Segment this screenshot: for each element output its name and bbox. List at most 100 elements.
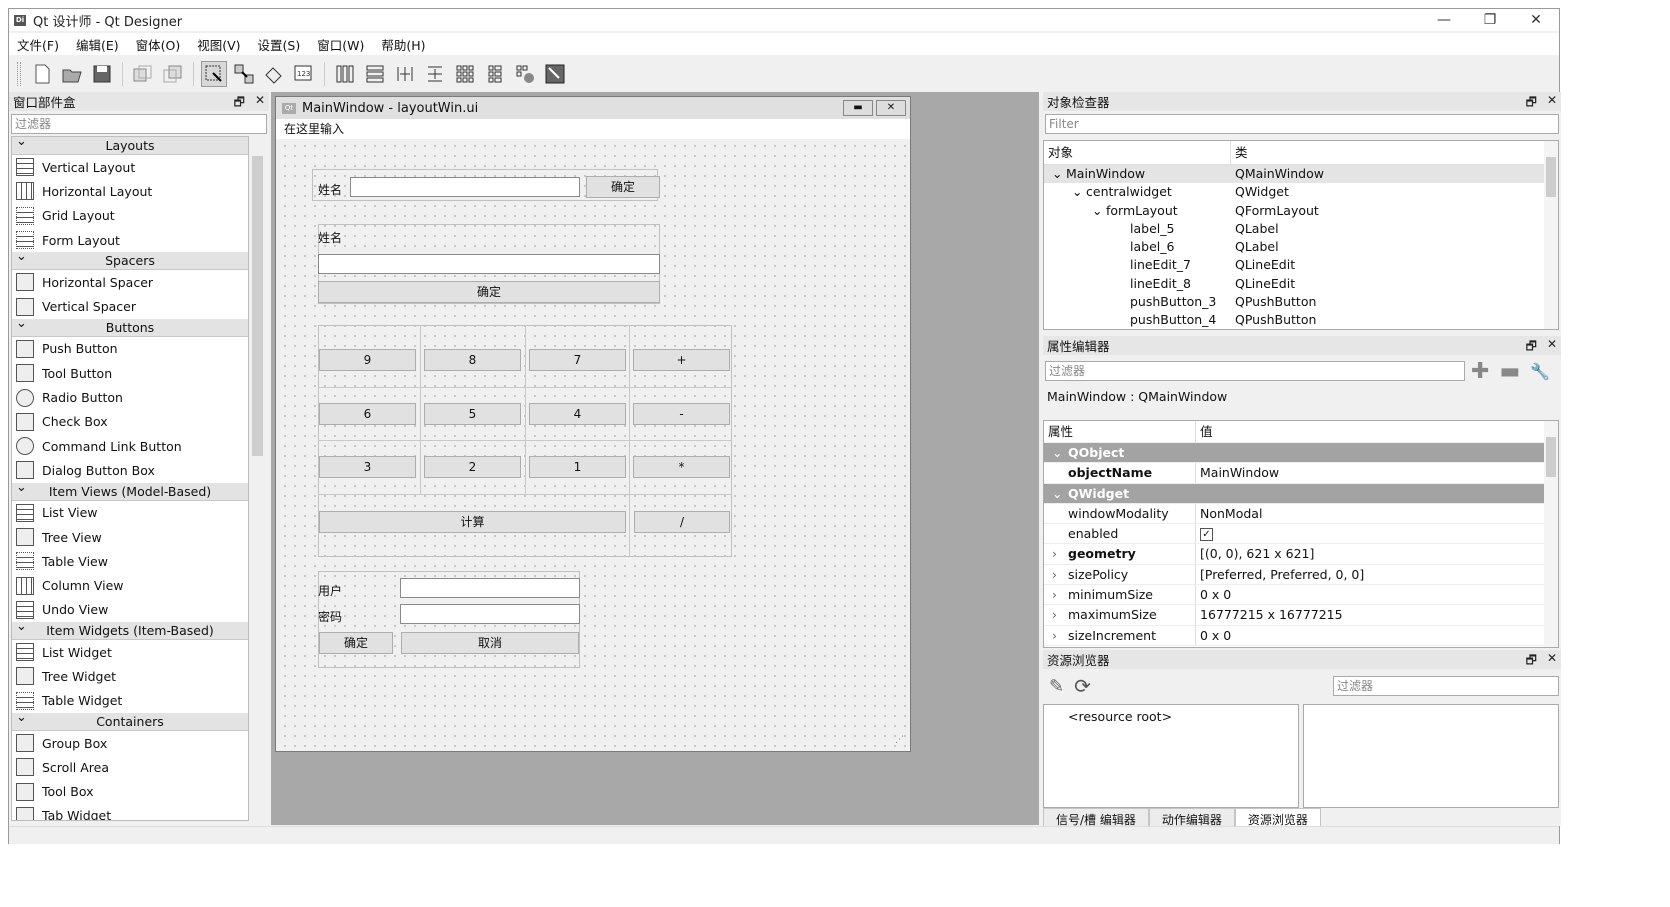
expand-chevron-icon[interactable]: ›: [1052, 544, 1057, 564]
widget-item[interactable]: Column View: [12, 573, 248, 597]
layout-grid-icon[interactable]: [452, 61, 478, 87]
float-icon[interactable]: 🗗: [1526, 337, 1537, 358]
password-input[interactable]: [400, 604, 580, 624]
property-value[interactable]: [Preferred, Preferred, 0, 0]: [1200, 567, 1364, 582]
property-filter-input[interactable]: 过滤器: [1045, 361, 1465, 381]
object-tree-row[interactable]: ⌄ centralwidget QWidget: [1044, 183, 1558, 201]
widget-item[interactable]: Tree View: [12, 525, 248, 549]
float-icon[interactable]: 🗗: [1526, 93, 1537, 114]
edit-buddies-icon[interactable]: [261, 61, 287, 87]
reload-icon[interactable]: ⟳: [1074, 674, 1091, 698]
add-property-icon[interactable]: ✚: [1471, 359, 1489, 384]
new-file-icon[interactable]: [29, 61, 55, 87]
edit-widgets-icon[interactable]: [201, 61, 227, 87]
widget-item[interactable]: Table Widget: [12, 689, 248, 713]
widget-category-0[interactable]: Layouts: [12, 137, 248, 155]
save-icon[interactable]: [89, 61, 115, 87]
widget-category-4[interactable]: Item Widgets (Item-Based): [12, 618, 248, 641]
layout-horizontal-icon[interactable]: [332, 61, 358, 87]
widget-item[interactable]: Group Box: [12, 731, 248, 755]
configure-wrench-icon[interactable]: 🔧: [1530, 362, 1550, 381]
layout-h-splitter-icon[interactable]: [392, 61, 418, 87]
toolbar-grip[interactable]: [17, 62, 21, 86]
widget-item[interactable]: List Widget: [12, 640, 248, 664]
close-button[interactable]: ✕: [1513, 9, 1559, 31]
form-close-button[interactable]: ✕: [876, 100, 906, 116]
form-canvas[interactable]: 姓名 确定 姓名 确定 计算 / 用户 密码 确定 取消 ⋰ 9 8 7 + 6…: [280, 141, 906, 747]
calc-button[interactable]: 7: [529, 349, 626, 371]
property-row[interactable]: windowModality NonModal: [1044, 503, 1558, 525]
widget-item[interactable]: Table View: [12, 549, 248, 573]
property-value[interactable]: 0 x 0: [1200, 587, 1231, 602]
widget-item[interactable]: Command Link Button: [12, 434, 248, 458]
remove-property-icon[interactable]: ▬: [1499, 359, 1520, 384]
property-row[interactable]: › sizeIncrement 0 x 0: [1044, 625, 1558, 646]
login-cancel-button[interactable]: 取消: [401, 632, 579, 654]
object-tree-row[interactable]: label_5 QLabel: [1044, 220, 1558, 238]
object-tree-row[interactable]: lineEdit_7 QLineEdit: [1044, 256, 1558, 274]
calc-button[interactable]: 3: [319, 456, 416, 478]
enabled-checkbox[interactable]: ✓: [1200, 528, 1213, 542]
user-input[interactable]: [400, 578, 580, 598]
calc-button[interactable]: 4: [529, 403, 626, 425]
menu-item-6[interactable]: 帮助(H): [381, 35, 425, 54]
type-here-placeholder[interactable]: 在这里输入: [284, 122, 344, 136]
edit-signals-icon[interactable]: [231, 61, 257, 87]
layout-vertical-icon[interactable]: [362, 61, 388, 87]
property-row[interactable]: enabled ✓: [1044, 524, 1558, 545]
close-icon[interactable]: ✕: [255, 93, 265, 114]
widget-item[interactable]: Scroll Area: [12, 755, 248, 779]
object-tree-row[interactable]: ⌄ formLayout QFormLayout: [1044, 202, 1558, 220]
widget-category-5[interactable]: Containers: [12, 709, 248, 731]
widget-item[interactable]: Horizontal Spacer: [12, 270, 248, 294]
resize-grip-icon[interactable]: ⋰: [895, 735, 904, 745]
menu-item-5[interactable]: 窗口(W): [317, 35, 364, 54]
form-menu-bar[interactable]: 在这里输入: [276, 119, 910, 139]
expand-chevron-icon[interactable]: ›: [1052, 626, 1057, 646]
menu-item-4[interactable]: 设置(S): [258, 35, 301, 54]
float-icon[interactable]: 🗗: [234, 93, 245, 114]
widget-category-1[interactable]: Spacers: [12, 248, 248, 271]
calc-button[interactable]: 9: [319, 349, 416, 371]
object-tree-scrollbar[interactable]: [1544, 141, 1558, 329]
calc-button[interactable]: 5: [424, 403, 521, 425]
calculate-button[interactable]: 计算: [319, 511, 626, 533]
widget-item[interactable]: List View: [12, 501, 248, 525]
resource-filter-input[interactable]: 过滤器: [1333, 676, 1559, 696]
property-value[interactable]: 0 x 0: [1200, 628, 1231, 643]
menu-item-0[interactable]: 文件(F): [17, 35, 59, 54]
widget-item[interactable]: Grid Layout: [12, 204, 248, 228]
confirm-button-1[interactable]: 确定: [586, 176, 660, 198]
send-to-back-icon[interactable]: [130, 61, 156, 87]
widget-item[interactable]: Form Layout: [12, 228, 248, 252]
collapse-chevron-icon[interactable]: ⌄: [1052, 443, 1062, 463]
login-ok-button[interactable]: 确定: [319, 632, 393, 654]
divide-button[interactable]: /: [634, 511, 730, 533]
widget-category-3[interactable]: Item Views (Model-Based): [12, 479, 248, 501]
widget-item[interactable]: Dialog Button Box: [12, 458, 248, 482]
property-group-row[interactable]: ⌄ QWidget: [1044, 483, 1558, 504]
form-minimize-button[interactable]: ▬: [843, 100, 873, 116]
calc-button[interactable]: 6: [319, 403, 416, 425]
edit-tab-order-icon[interactable]: 123: [291, 61, 317, 87]
confirm-button-2[interactable]: 确定: [318, 281, 660, 303]
property-value[interactable]: [(0, 0), 621 x 621]: [1200, 546, 1314, 561]
widget-item[interactable]: Check Box: [12, 410, 248, 434]
expand-chevron-icon[interactable]: ›: [1052, 585, 1057, 605]
widget-item[interactable]: Tree Widget: [12, 664, 248, 688]
widget-item[interactable]: Tool Box: [12, 780, 248, 804]
name-input-1[interactable]: [350, 177, 580, 197]
expand-chevron-icon[interactable]: ›: [1052, 565, 1057, 585]
close-icon[interactable]: ✕: [1547, 93, 1557, 114]
property-value[interactable]: 16777215 x 16777215: [1200, 607, 1343, 622]
widget-item[interactable]: Vertical Layout: [12, 155, 248, 179]
object-filter-input[interactable]: Filter: [1045, 114, 1559, 134]
break-layout-icon[interactable]: [512, 61, 538, 87]
expand-chevron-icon[interactable]: ⌄: [1052, 165, 1066, 183]
widget-filter-input[interactable]: 过滤器: [11, 114, 267, 134]
menu-item-2[interactable]: 窗体(O): [136, 35, 181, 54]
layout-form-icon[interactable]: [482, 61, 508, 87]
object-tree-row[interactable]: pushButton_3 QPushButton: [1044, 293, 1558, 311]
object-tree-row[interactable]: pushButton_4 QPushButton: [1044, 311, 1558, 329]
property-row[interactable]: › geometry [(0, 0), 621 x 621]: [1044, 544, 1558, 565]
